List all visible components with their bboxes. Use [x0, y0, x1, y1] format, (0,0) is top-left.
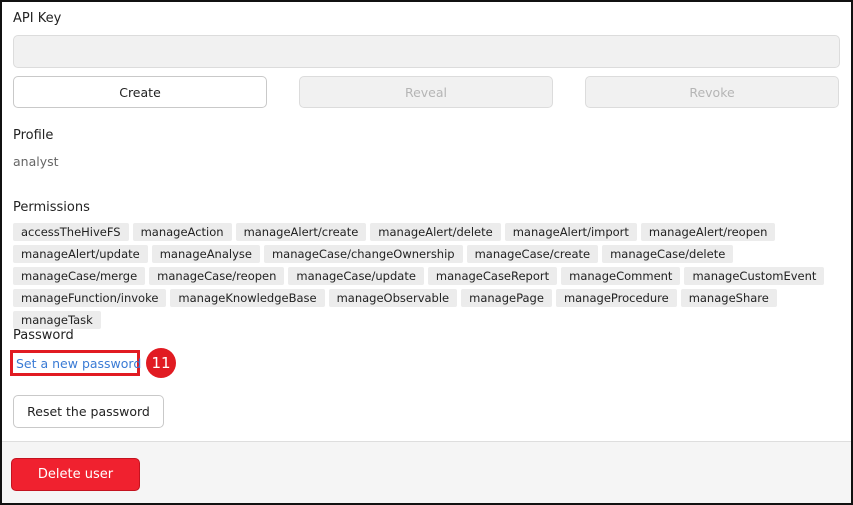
- permission-tag: manageCustomEvent: [684, 267, 825, 285]
- api-key-field[interactable]: [13, 35, 840, 68]
- permission-tag: manageCase/changeOwnership: [263, 245, 463, 263]
- reset-password-button[interactable]: Reset the password: [13, 395, 164, 428]
- set-new-password-link[interactable]: Set a new password: [16, 356, 141, 371]
- permission-tag: manageAlert/import: [504, 223, 637, 241]
- permission-tag: manageComment: [561, 267, 681, 285]
- permission-tag: manageCase/create: [466, 245, 599, 263]
- permission-tag: manageAlert/reopen: [640, 223, 776, 241]
- set-password-highlight: Set a new password: [10, 350, 141, 376]
- reveal-api-key-button[interactable]: Reveal: [299, 76, 553, 108]
- permission-tag: manageObservable: [328, 289, 458, 307]
- permission-tag: manageKnowledgeBase: [170, 289, 325, 307]
- profile-value: analyst: [13, 154, 59, 169]
- permission-tag: manageAlert/create: [235, 223, 367, 241]
- password-label: Password: [13, 328, 74, 343]
- permission-tag: manageAction: [132, 223, 232, 241]
- permission-tag: managePage: [461, 289, 552, 307]
- permission-tag: manageCase/update: [288, 267, 424, 285]
- create-api-key-button[interactable]: Create: [13, 76, 267, 108]
- annotation-badge: 11: [146, 348, 176, 378]
- permission-tag: manageShare: [680, 289, 777, 307]
- permission-tag: accessTheHiveFS: [13, 223, 129, 241]
- permission-tag: manageCase/merge: [13, 267, 146, 285]
- permission-tag: manageAlert/delete: [370, 223, 501, 241]
- permissions-label: Permissions: [13, 200, 90, 215]
- revoke-api-key-button[interactable]: Revoke: [585, 76, 839, 108]
- user-detail-panel: API Key Create Reveal Revoke Profile ana…: [0, 0, 853, 505]
- permission-tag: manageAlert/update: [13, 245, 148, 263]
- permission-tag: manageCaseReport: [427, 267, 558, 285]
- delete-user-button[interactable]: Delete user: [11, 458, 140, 491]
- permission-tag: manageTask: [13, 311, 101, 329]
- permission-tag: manageFunction/invoke: [13, 289, 167, 307]
- permission-tag: manageCase/delete: [602, 245, 734, 263]
- api-key-label: API Key: [13, 11, 62, 26]
- permissions-list: accessTheHiveFS manageAction manageAlert/c…: [13, 223, 843, 329]
- permission-tag: manageAnalyse: [151, 245, 260, 263]
- permission-tag: manageProcedure: [555, 289, 677, 307]
- permission-tag: manageCase/reopen: [149, 267, 285, 285]
- profile-label: Profile: [13, 128, 54, 143]
